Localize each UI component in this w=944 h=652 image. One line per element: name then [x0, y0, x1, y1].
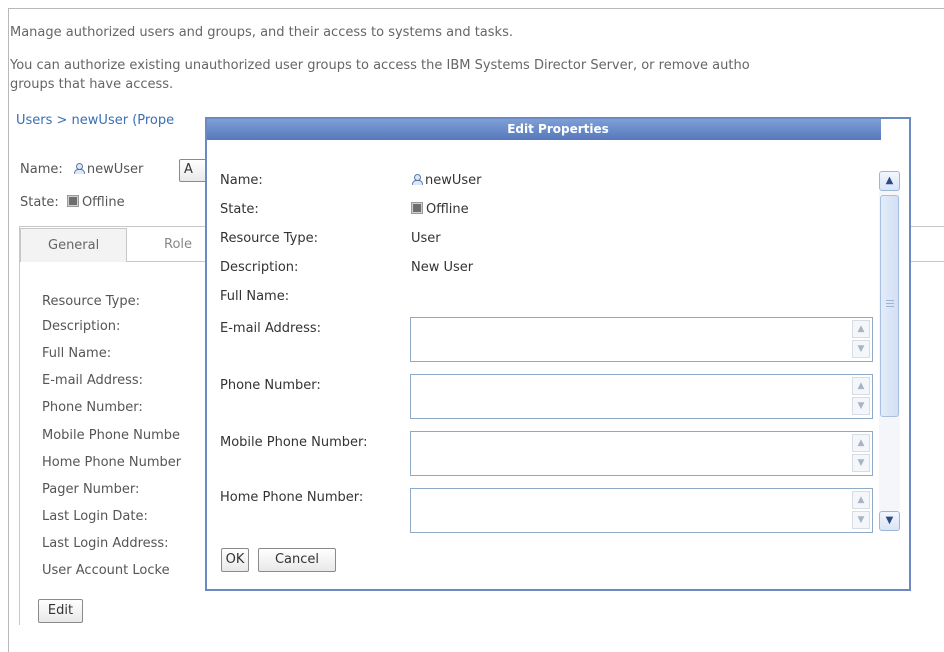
general-label: Pager Number: — [42, 482, 140, 497]
dialog-resource-type-value: User — [411, 231, 441, 246]
general-label: Last Login Address: — [42, 536, 169, 551]
general-label: E-mail Address: — [42, 373, 144, 388]
home-phone-field[interactable]: ▲ ▼ — [410, 488, 873, 533]
name-row: Name: newUser — [20, 162, 143, 177]
name-value: newUser — [86, 162, 144, 177]
chevron-down-icon[interactable]: ▼ — [852, 511, 870, 529]
intro-text-2: You can authorize existing unauthorized … — [10, 58, 750, 73]
dialog-name-label: Name: — [220, 173, 263, 188]
breadcrumb[interactable]: Users > newUser (Prope — [16, 113, 174, 128]
dialog-scrollbar[interactable]: ▲ ▼ — [879, 171, 900, 531]
general-label: Full Name: — [42, 346, 112, 361]
dialog-title[interactable]: Edit Properties — [207, 119, 909, 140]
chevron-down-icon[interactable]: ▼ — [852, 397, 870, 415]
dialog-state-label: State: — [220, 202, 259, 217]
general-label: Description: — [42, 319, 121, 334]
general-label: Mobile Phone Numbe — [42, 428, 181, 443]
mobile-phone-label: Mobile Phone Number: — [220, 435, 368, 450]
dialog-state-value: Offline — [426, 202, 469, 217]
edit-button[interactable]: Edit — [38, 599, 83, 623]
user-icon — [411, 173, 425, 188]
field-scrollbar[interactable]: ▲ ▼ — [852, 491, 870, 530]
scroll-track[interactable] — [879, 191, 900, 511]
chevron-up-icon[interactable]: ▲ — [852, 491, 870, 509]
actions-button[interactable]: A — [179, 159, 207, 182]
general-label: User Account Locke — [42, 563, 170, 578]
chevron-down-icon[interactable]: ▼ — [852, 454, 870, 472]
scroll-down-icon[interactable]: ▼ — [879, 511, 900, 531]
state-value: Offline — [81, 195, 125, 210]
offline-icon — [411, 202, 426, 217]
chevron-down-icon[interactable]: ▼ — [852, 340, 870, 358]
field-scrollbar[interactable]: ▲ ▼ — [852, 377, 870, 416]
field-scrollbar[interactable]: ▲ ▼ — [852, 320, 870, 359]
offline-icon — [66, 195, 82, 210]
email-field[interactable]: ▲ ▼ — [410, 317, 873, 362]
general-label: Last Login Date: — [42, 509, 148, 524]
dialog-name-value: newUser — [425, 173, 482, 188]
chevron-up-icon[interactable]: ▲ — [852, 434, 870, 452]
general-label: Resource Type: — [42, 294, 140, 309]
dialog-description-label: Description: — [220, 260, 299, 275]
dialog-title-gap — [881, 119, 909, 140]
name-label: Name: — [20, 162, 63, 177]
intro-text-3: groups that have access. — [10, 77, 174, 92]
field-scrollbar[interactable]: ▲ ▼ — [852, 434, 870, 473]
scroll-up-icon[interactable]: ▲ — [879, 171, 900, 191]
dialog-full-name-label: Full Name: — [220, 289, 290, 304]
state-row: State: Offline — [20, 195, 125, 210]
tab-general[interactable]: General — [20, 228, 127, 262]
state-label: State: — [20, 195, 59, 210]
cancel-button[interactable]: Cancel — [258, 548, 336, 572]
general-label: Home Phone Number — [42, 455, 182, 470]
email-label: E-mail Address: — [220, 321, 322, 336]
user-icon — [73, 162, 87, 177]
phone-field[interactable]: ▲ ▼ — [410, 374, 873, 419]
scroll-thumb[interactable] — [880, 195, 899, 417]
mobile-phone-field[interactable]: ▲ ▼ — [410, 431, 873, 476]
edit-properties-dialog: Edit Properties Name: newUser State: Off… — [205, 117, 911, 591]
dialog-name-row: newUser — [411, 173, 482, 188]
tab-role[interactable]: Role — [135, 228, 215, 262]
general-label: Phone Number: — [42, 400, 143, 415]
phone-label: Phone Number: — [220, 378, 321, 393]
chevron-up-icon[interactable]: ▲ — [852, 320, 870, 338]
home-phone-label: Home Phone Number: — [220, 490, 364, 505]
intro-text-1: Manage authorized users and groups, and … — [10, 25, 513, 40]
chevron-up-icon[interactable]: ▲ — [852, 377, 870, 395]
dialog-resource-type-label: Resource Type: — [220, 231, 318, 246]
dialog-state-row: Offline — [411, 202, 469, 217]
dialog-description-value: New User — [411, 260, 474, 275]
ok-button[interactable]: OK — [221, 548, 249, 572]
